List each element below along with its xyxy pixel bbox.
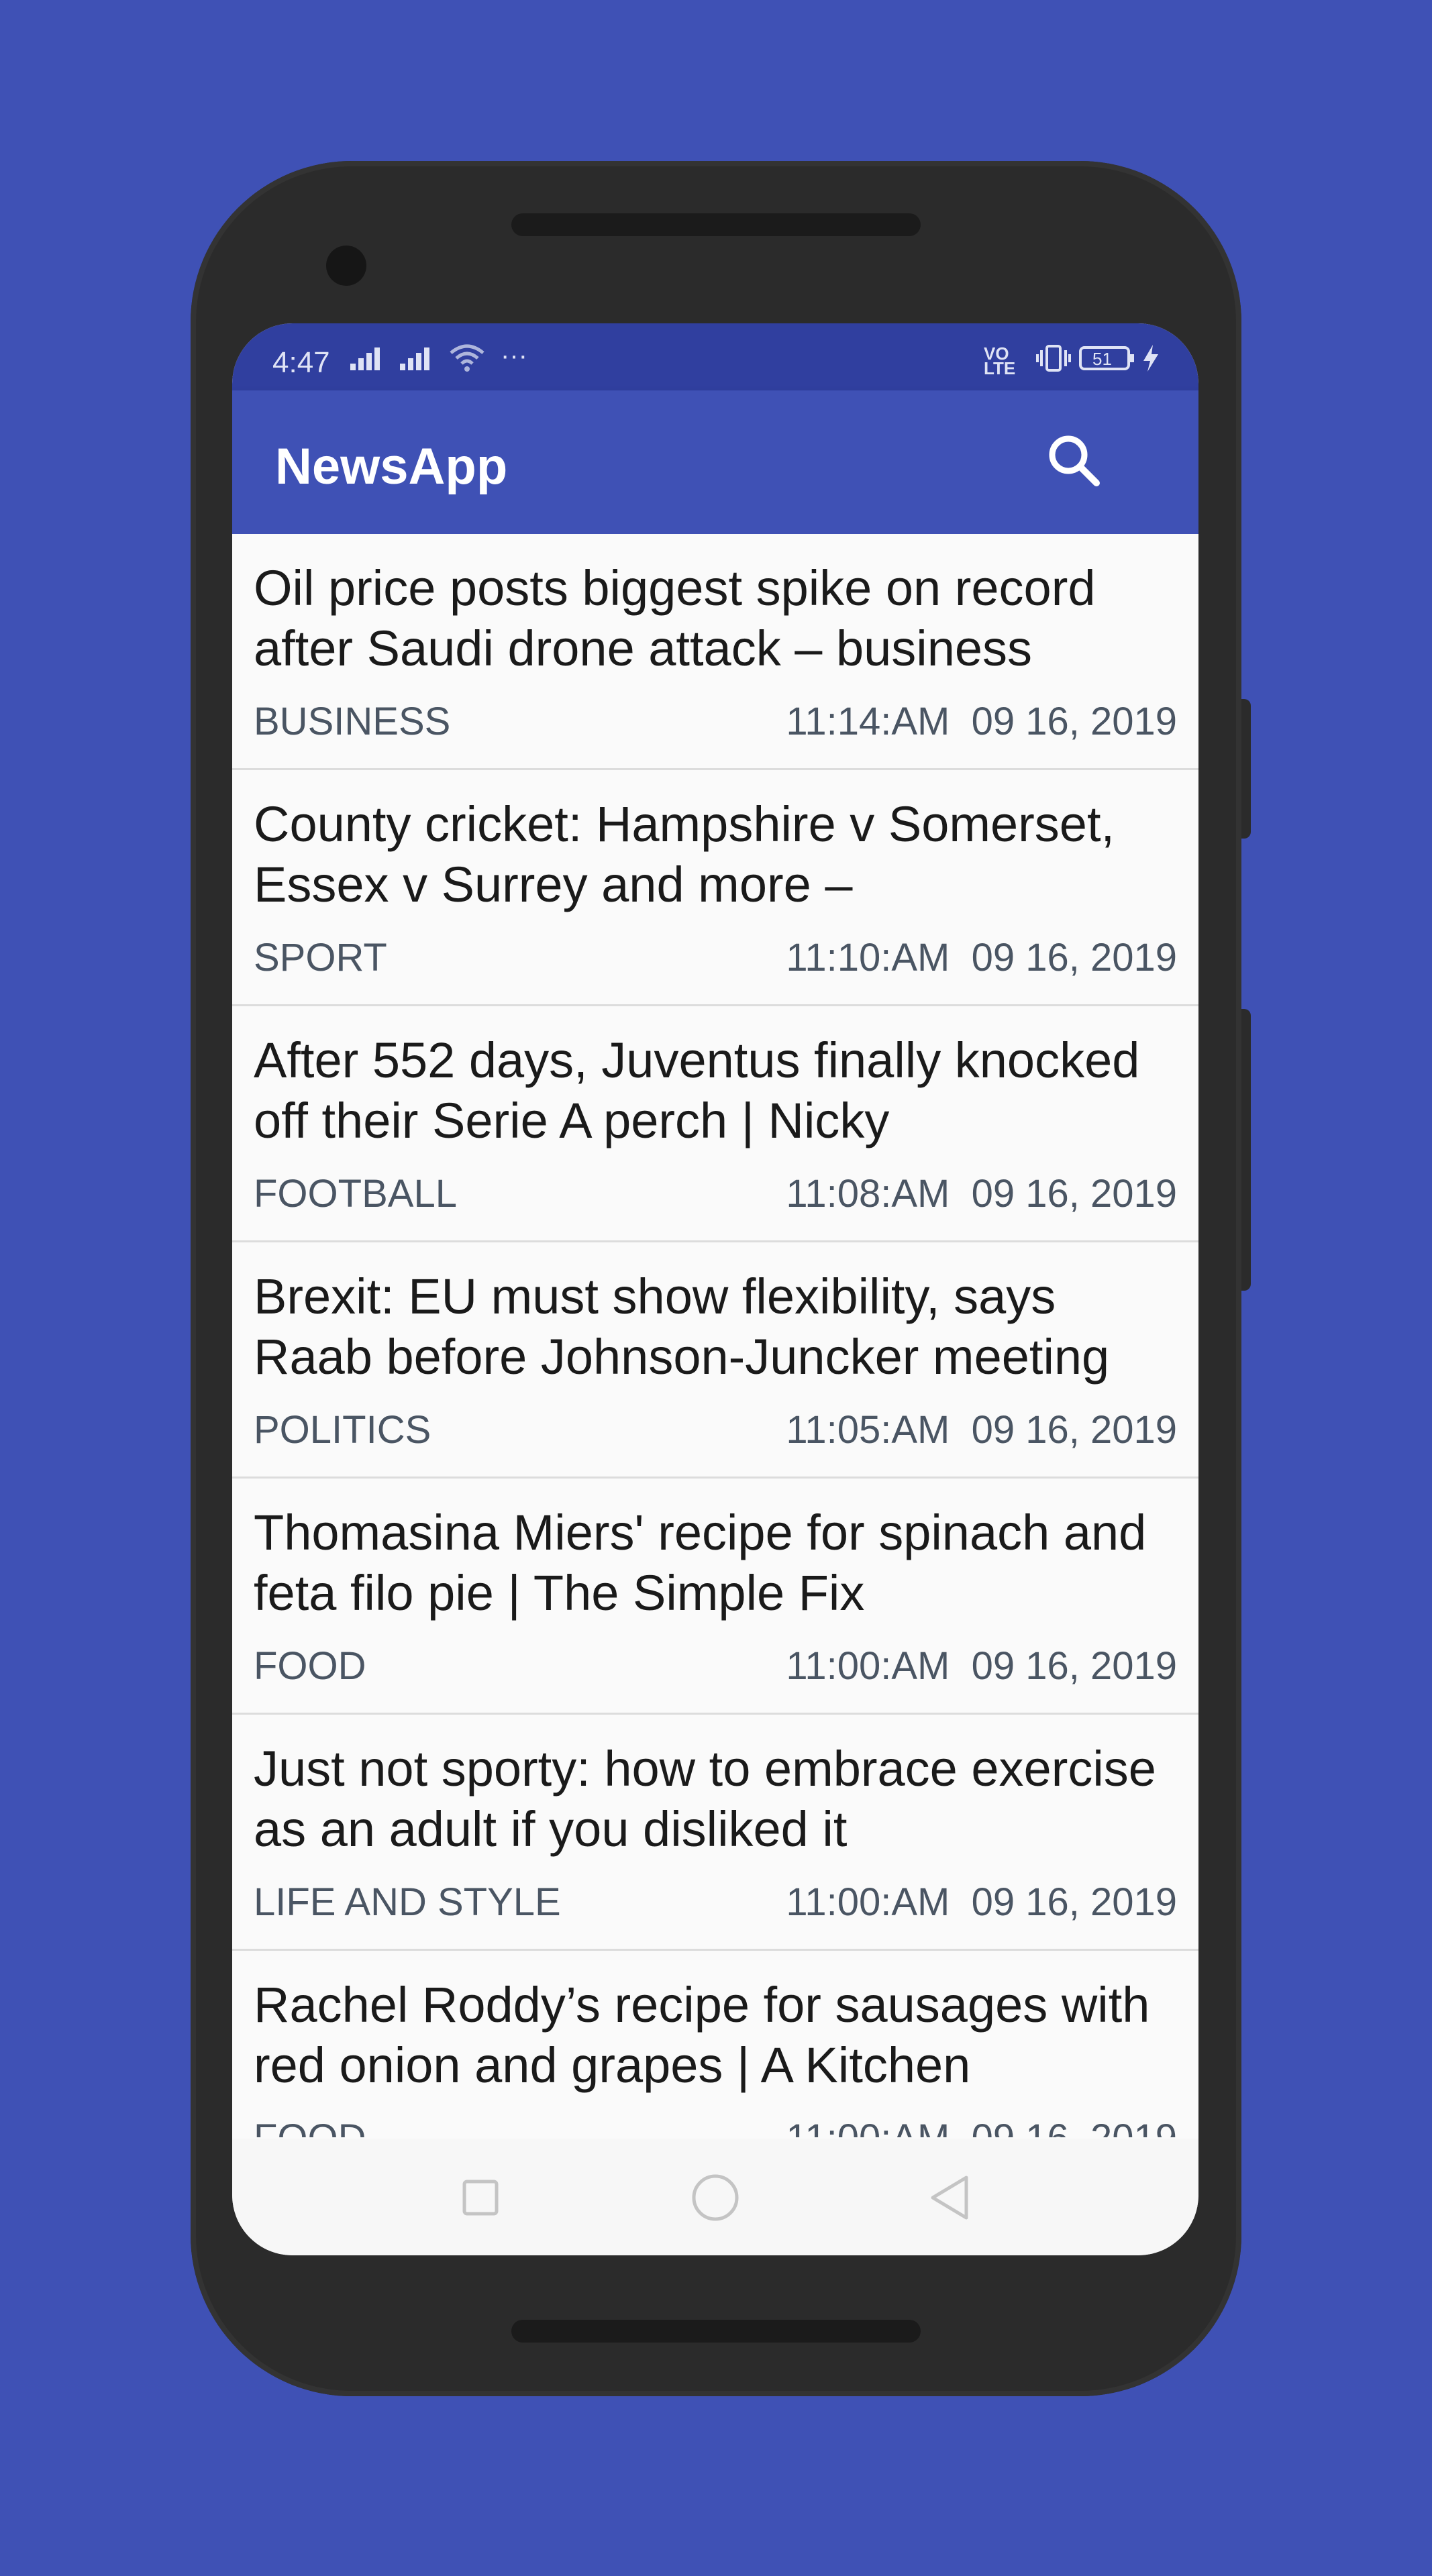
article-time: 11:00:AM (786, 2116, 950, 2137)
article-section: FOOD (254, 2116, 366, 2137)
search-button[interactable] (1037, 424, 1111, 498)
bottom-speaker (511, 2320, 921, 2343)
home-button[interactable] (682, 2168, 749, 2229)
article-time: 11:00:AM (786, 1644, 950, 1688)
list-item[interactable]: Thomasina Miers' recipe for spinach and … (232, 1479, 1198, 1715)
charging-icon (1141, 343, 1161, 380)
article-time: 11:00:AM (786, 1880, 950, 1924)
article-datetime: 11:05:AM 09 16, 2019 (786, 1407, 1177, 1452)
article-title: Thomasina Miers' recipe for spinach and … (254, 1505, 1147, 1621)
front-camera (326, 246, 366, 286)
article-datetime: 11:00:AM 09 16, 2019 (786, 2116, 1177, 2137)
article-date: 09 16, 2019 (971, 1172, 1177, 1216)
article-section: FOOTBALL (254, 1172, 457, 1216)
signal-icon (400, 343, 440, 380)
phone-screen: 4:47 ··· VO LTE 51 NewsApp Oil price pos… (232, 323, 1198, 2255)
list-item[interactable]: County cricket: Hampshire v Somerset, Es… (232, 770, 1198, 1006)
article-datetime: 11:10:AM 09 16, 2019 (786, 935, 1177, 980)
article-datetime: 11:14:AM 09 16, 2019 (786, 699, 1177, 744)
article-datetime: 11:00:AM 09 16, 2019 (786, 1880, 1177, 1925)
article-date: 09 16, 2019 (971, 1644, 1177, 1688)
article-date: 09 16, 2019 (971, 1408, 1177, 1452)
article-time: 11:14:AM (786, 700, 950, 743)
article-title: Oil price posts biggest spike on record … (254, 560, 1096, 676)
article-time: 11:10:AM (786, 936, 950, 979)
power-button (1241, 699, 1251, 839)
article-date: 09 16, 2019 (972, 2116, 1177, 2137)
battery-level: 51 (1092, 349, 1112, 369)
recents-button[interactable] (447, 2168, 514, 2229)
top-speaker (511, 213, 921, 236)
list-item[interactable]: Just not sporty: how to embrace exercise… (232, 1715, 1198, 1951)
article-date: 09 16, 2019 (971, 700, 1177, 743)
article-section: LIFE AND STYLE (254, 1880, 561, 1924)
article-title: Just not sporty: how to embrace exercise… (254, 1741, 1156, 1857)
article-date: 09 16, 2019 (971, 1880, 1177, 1924)
article-section: SPORT (254, 936, 387, 979)
article-title: County cricket: Hampshire v Somerset, Es… (254, 796, 1115, 912)
volume-button (1241, 1009, 1251, 1291)
back-button[interactable] (917, 2168, 984, 2229)
article-title: After 552 days, Juventus finally knocked… (254, 1032, 1140, 1148)
article-section: FOOD (254, 1644, 366, 1688)
article-datetime: 11:00:AM 09 16, 2019 (786, 1644, 1177, 1688)
app-title: NewsApp (275, 438, 508, 495)
article-time: 11:08:AM (786, 1172, 950, 1216)
list-item[interactable]: After 552 days, Juventus finally knocked… (232, 1006, 1198, 1242)
wifi-icon (448, 343, 486, 380)
article-section: BUSINESS (254, 700, 451, 743)
navigation-bar (232, 2139, 1198, 2255)
article-datetime: 11:08:AM 09 16, 2019 (786, 1171, 1177, 1216)
list-item[interactable]: Rachel Roddy’s recipe for sausages with … (232, 1951, 1198, 2137)
article-section: POLITICS (254, 1408, 431, 1452)
circle-icon (692, 2174, 739, 2221)
status-bar: 4:47 ··· VO LTE 51 (232, 323, 1198, 390)
list-item[interactable]: Brexit: EU must show flexibility, says R… (232, 1242, 1198, 1479)
search-icon (1049, 435, 1100, 486)
volte-icon: VO LTE (984, 343, 1016, 378)
article-time: 11:05:AM (786, 1408, 950, 1452)
back-triangle-icon (931, 2176, 968, 2220)
signal-icon (350, 343, 391, 380)
article-title: Brexit: EU must show flexibility, says R… (254, 1269, 1110, 1385)
article-date: 09 16, 2019 (971, 936, 1177, 979)
square-icon (462, 2180, 499, 2216)
news-list[interactable]: Oil price posts biggest spike on record … (232, 534, 1198, 2137)
list-item[interactable]: Oil price posts biggest spike on record … (232, 534, 1198, 770)
more-icon: ··· (501, 341, 527, 370)
vibrate-icon (1035, 343, 1072, 380)
app-bar: NewsApp (232, 390, 1198, 534)
status-time: 4:47 (272, 346, 330, 379)
article-title: Rachel Roddy’s recipe for sausages with … (254, 1977, 1150, 2093)
